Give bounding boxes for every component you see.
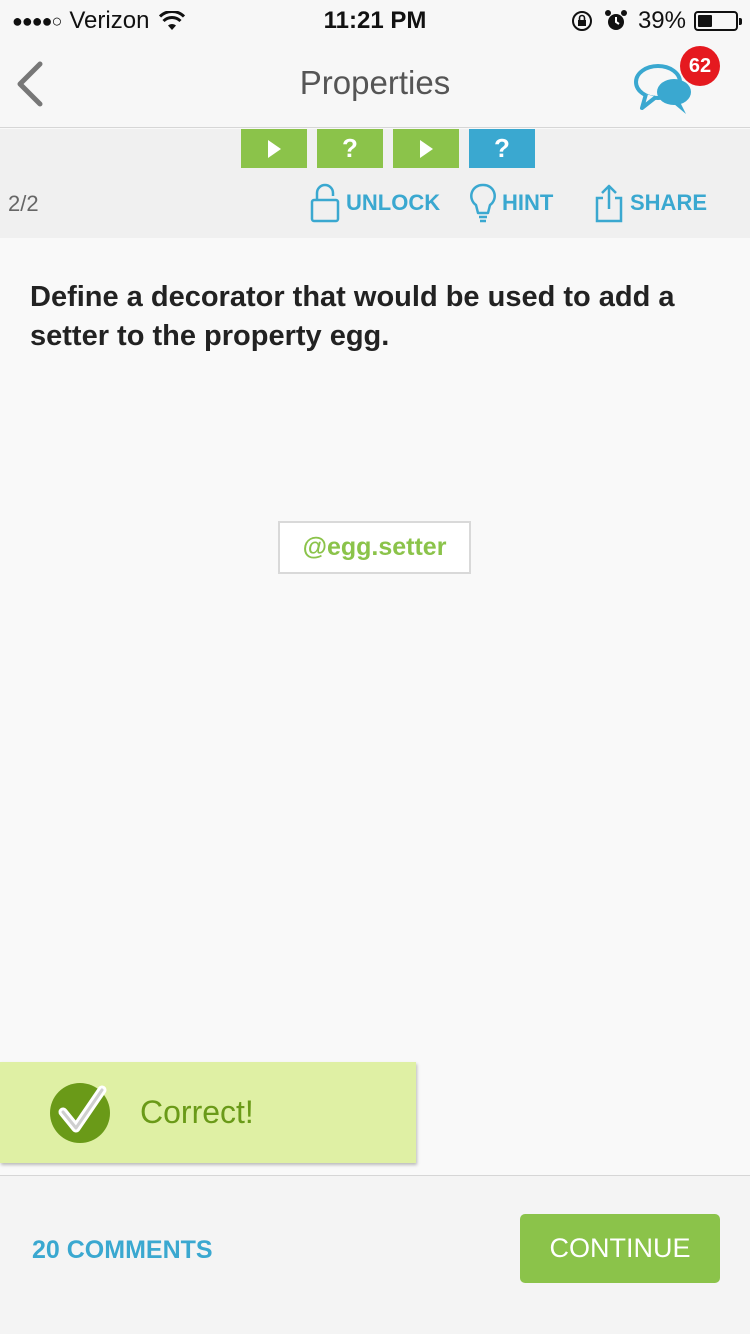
unlock-button[interactable]: UNLOCK (310, 183, 440, 223)
alarm-icon (604, 10, 627, 30)
hint-label: HINT (502, 190, 554, 215)
page-counter: 2/2 (8, 191, 39, 216)
lesson-progress: ?? (241, 129, 545, 168)
lesson-header: ?? 2/2 UNLOCK HINT SHARE (0, 129, 750, 238)
lesson-step-2[interactable]: ? (317, 129, 383, 168)
question-mark-icon: ? (342, 133, 358, 163)
share-button[interactable]: SHARE (594, 183, 707, 223)
checkmark-icon (50, 1083, 110, 1143)
question-text: Define a decorator that would be used to… (30, 281, 675, 352)
nav-bar: Properties 62 (0, 40, 750, 128)
notification-badge: 62 (680, 46, 720, 86)
lesson-step-3[interactable] (393, 129, 459, 168)
battery-icon (694, 11, 742, 31)
hint-button[interactable]: HINT (470, 183, 553, 223)
lesson-step-4[interactable]: ? (469, 129, 535, 168)
share-label: SHARE (630, 190, 708, 215)
battery-fill (698, 15, 713, 27)
footer: 20 COMMENTS CONTINUE (0, 1175, 750, 1334)
padlock-icon (310, 183, 340, 223)
unlock-label: UNLOCK (346, 190, 441, 215)
lightbulb-icon (470, 183, 496, 223)
play-icon (419, 139, 433, 158)
rotation-lock-icon (571, 11, 592, 31)
play-icon (267, 139, 281, 158)
continue-button[interactable]: CONTINUE (520, 1214, 720, 1283)
feedback-label: Correct! (140, 1094, 254, 1130)
question-mark-icon: ? (494, 133, 510, 163)
comments-link[interactable]: 20 COMMENTS (32, 1236, 213, 1265)
answer-chip[interactable]: @egg.setter (278, 521, 471, 574)
status-right: 39% (570, 7, 742, 35)
lesson-step-1[interactable] (241, 129, 307, 168)
status-bar: ●●●●○ Verizon 11:21 PM 39% (0, 0, 750, 40)
battery-percent: 39% (637, 7, 686, 34)
feedback-banner: Correct! (0, 1062, 416, 1163)
share-icon (595, 184, 623, 223)
